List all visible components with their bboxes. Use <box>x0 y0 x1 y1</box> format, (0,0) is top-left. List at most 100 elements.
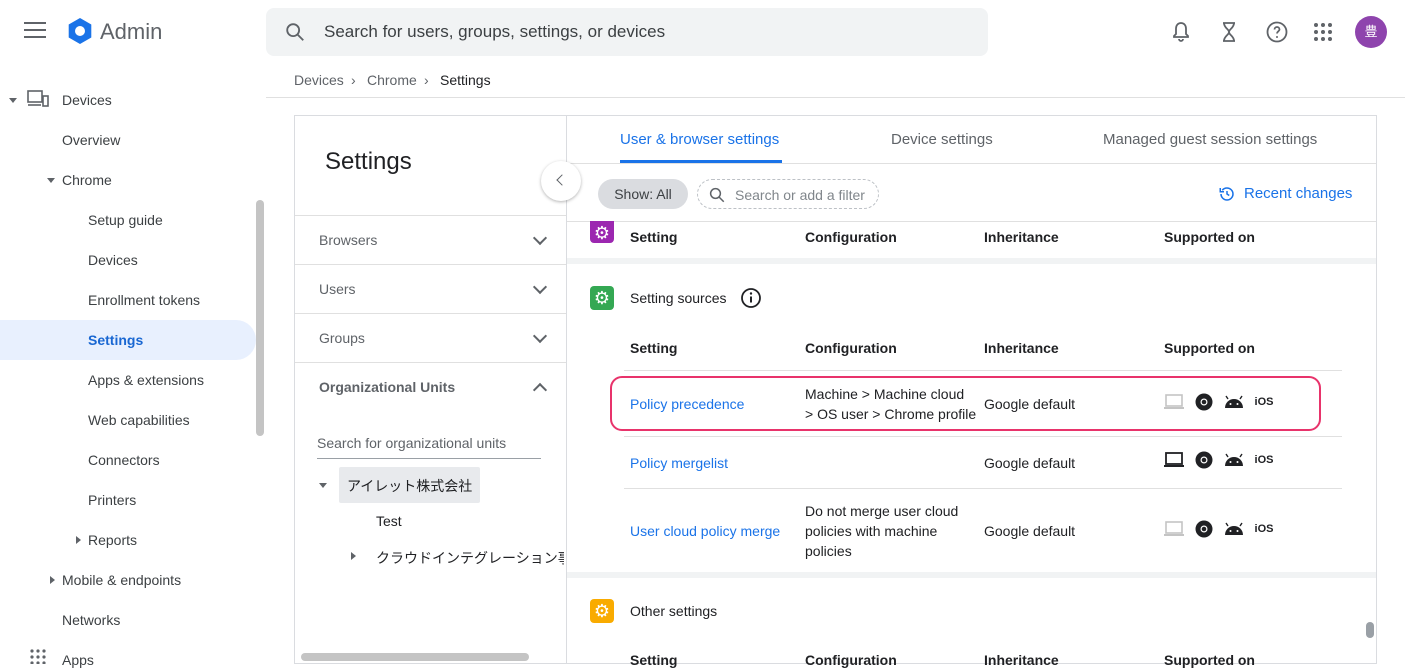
sidebar-item-web-capabilities[interactable]: Web capabilities <box>88 412 190 428</box>
config-line: > OS user > Chrome profile <box>805 406 977 422</box>
devices-icon <box>27 90 49 107</box>
col-header-inheritance: Inheritance <box>984 340 1059 356</box>
info-icon[interactable] <box>740 287 762 309</box>
setting-link-policy-mergelist[interactable]: Policy mergelist <box>630 453 728 473</box>
ios-label: iOS <box>1254 454 1274 466</box>
expand-caret-icon[interactable] <box>47 178 55 183</box>
sidebar-item-enrollment-tokens[interactable]: Enrollment tokens <box>88 292 200 308</box>
expand-caret-icon[interactable] <box>319 483 327 488</box>
config-line: Machine > Machine cloud <box>805 386 965 402</box>
section-title-other-settings: Other settings <box>630 603 718 619</box>
sidebar-item-devices[interactable]: Devices <box>62 92 112 108</box>
col-header-inheritance: Inheritance <box>984 652 1059 668</box>
setting-link-user-cloud-policy-merge[interactable]: User cloud policy merge <box>630 521 780 541</box>
sidebar-item-printers[interactable]: Printers <box>88 492 136 508</box>
android-icon <box>1223 393 1245 411</box>
ou-tree-item-cloud-integration[interactable]: クラウドインテグレーション事 <box>376 548 564 568</box>
sidebar-item-settings[interactable]: Settings <box>88 332 143 348</box>
sidebar-item-apps[interactable]: Apps <box>62 652 94 668</box>
inheritance-value: Google default <box>984 523 1076 539</box>
setting-link-policy-precedence[interactable]: Policy precedence <box>630 394 744 414</box>
account-avatar[interactable]: 豊 <box>1355 16 1387 48</box>
config-line: policies with machine <box>805 523 938 539</box>
setting-sources-gear-icon <box>590 286 614 310</box>
col-header-setting: Setting <box>630 340 678 356</box>
global-search-bar[interactable]: Search for users, groups, settings, or d… <box>266 8 988 56</box>
inheritance-value: Google default <box>984 455 1076 471</box>
nav-section-org-units[interactable]: Organizational Units <box>319 379 455 395</box>
row-divider <box>624 436 1342 437</box>
apps-icon <box>30 649 46 664</box>
notifications-bell-icon[interactable] <box>1169 20 1193 44</box>
ou-tree-item-test[interactable]: Test <box>376 513 402 529</box>
col-header-configuration: Configuration <box>805 229 897 245</box>
tab-device-settings[interactable]: Device settings <box>891 131 993 148</box>
filter-placeholder: Search or add a filter <box>735 187 865 203</box>
laptop-icon <box>1163 393 1185 411</box>
show-all-filter-chip[interactable]: Show: All <box>598 179 688 209</box>
admin-logo-icon[interactable] <box>66 17 94 45</box>
chrome-icon <box>1193 451 1215 469</box>
col-header-setting: Setting <box>630 229 678 245</box>
sidebar-scrollbar[interactable] <box>256 200 264 436</box>
tab-managed-guest-session-settings[interactable]: Managed guest session settings <box>1103 131 1317 148</box>
divider <box>295 215 566 216</box>
ou-search-input[interactable]: Search for organizational units <box>317 435 506 451</box>
chrome-icon <box>1193 520 1215 538</box>
hourglass-tasks-icon[interactable] <box>1217 20 1241 44</box>
col-header-supported-on: Supported on <box>1164 229 1255 245</box>
history-icon[interactable] <box>1218 185 1236 203</box>
ou-tree-root[interactable]: アイレット株式会社 <box>347 476 472 496</box>
section-separator <box>567 572 1376 578</box>
settings-filter-input[interactable]: Search or add a filter <box>697 179 879 209</box>
settings-title: Settings <box>325 148 412 175</box>
sidebar-item-chrome[interactable]: Chrome <box>62 172 112 188</box>
divider <box>295 313 566 314</box>
col-header-inheritance: Inheritance <box>984 229 1059 245</box>
sidebar-item-mobile-endpoints[interactable]: Mobile & endpoints <box>62 572 181 588</box>
inheritance-value: Google default <box>984 396 1076 412</box>
apps-grid-icon[interactable] <box>1311 20 1335 44</box>
sidebar-item-connectors[interactable]: Connectors <box>88 452 160 468</box>
content-scrollbar[interactable] <box>1366 622 1374 638</box>
col-header-configuration: Configuration <box>805 340 897 356</box>
horizontal-scrollbar[interactable] <box>301 653 529 661</box>
sidebar-item-reports[interactable]: Reports <box>88 532 137 548</box>
nav-section-browsers[interactable]: Browsers <box>319 232 377 248</box>
main-menu-icon[interactable] <box>24 22 46 40</box>
divider <box>295 362 566 363</box>
laptop-icon <box>1163 520 1185 538</box>
breadcrumb-devices[interactable]: Devices <box>294 72 344 88</box>
expand-caret-icon[interactable] <box>76 536 81 544</box>
tabs-divider <box>567 163 1376 164</box>
laptop-icon <box>1163 451 1185 469</box>
expand-caret-icon[interactable] <box>50 576 55 584</box>
recent-changes-link[interactable]: Recent changes <box>1244 185 1352 202</box>
ios-label: iOS <box>1254 396 1274 408</box>
app-title[interactable]: Admin <box>100 19 162 45</box>
expand-caret-icon[interactable] <box>9 98 17 103</box>
section-gear-icon <box>590 221 614 245</box>
ios-label: iOS <box>1254 523 1274 535</box>
col-header-supported-on: Supported on <box>1164 652 1255 668</box>
help-icon[interactable] <box>1265 20 1289 44</box>
supported-platforms: iOS <box>1163 451 1275 469</box>
breadcrumb-chrome[interactable]: Chrome <box>367 72 417 88</box>
sidebar-item-apps-extensions[interactable]: Apps & extensions <box>88 372 204 388</box>
breadcrumb-separator-icon: › <box>351 72 356 88</box>
nav-section-users[interactable]: Users <box>319 281 356 297</box>
nav-section-groups[interactable]: Groups <box>319 330 365 346</box>
tab-user-browser-settings[interactable]: User & browser settings <box>620 131 779 148</box>
search-icon <box>709 187 725 203</box>
expand-caret-icon[interactable] <box>351 552 356 560</box>
sidebar-item-networks[interactable]: Networks <box>62 612 120 628</box>
sidebar-item-setup-guide[interactable]: Setup guide <box>88 212 163 228</box>
sidebar-item-chrome-devices[interactable]: Devices <box>88 252 138 268</box>
collapse-panel-button[interactable] <box>541 161 581 201</box>
search-placeholder: Search for users, groups, settings, or d… <box>324 22 666 41</box>
divider <box>295 264 566 265</box>
sidebar-item-overview[interactable]: Overview <box>62 132 120 148</box>
breadcrumb-settings: Settings <box>440 72 491 88</box>
toolbar-divider <box>567 221 1376 222</box>
android-icon <box>1223 451 1245 469</box>
